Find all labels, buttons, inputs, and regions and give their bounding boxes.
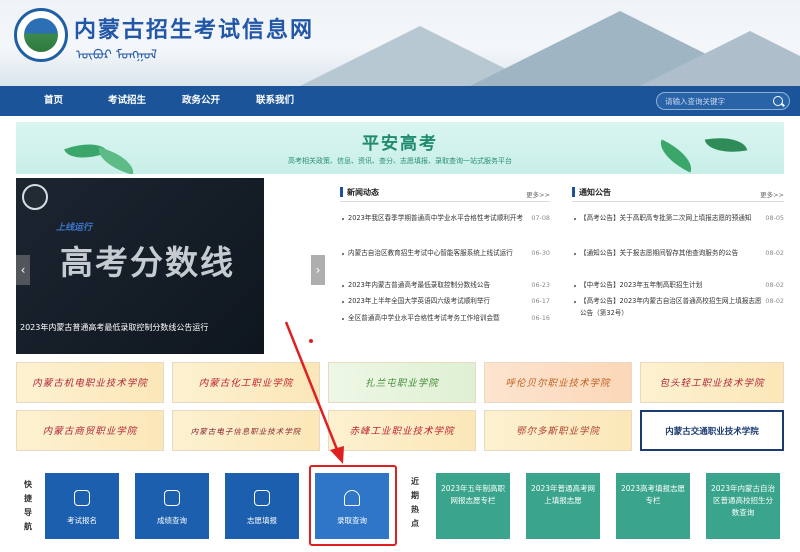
slide-caption[interactable]: 2023年内蒙古普通高考最低录取控制分数线公告运行: [20, 322, 208, 333]
school-link[interactable]: 内蒙古化工职业学院: [172, 362, 320, 403]
panel-title: 新闻动态: [347, 188, 379, 197]
notice-item[interactable]: 【通知公告】关于报志愿期间智存其他查询服务的公告 08-02: [572, 248, 784, 271]
mongolian-title: ᠥᠪᠥᠷ ᠮᠣᠩᠭᠣᠯ: [76, 48, 157, 63]
school-link[interactable]: 包头轻工职业技术学院: [640, 362, 784, 403]
panel-title: 通知公告: [579, 188, 611, 197]
search-doc-icon: [164, 490, 180, 506]
news-item[interactable]: 2023年我区春季学期普通高中学业水平合格性考试顺利开考 07-08: [340, 213, 550, 236]
school-link[interactable]: 内蒙古商贸职业学院: [16, 410, 164, 451]
search-icon[interactable]: [773, 96, 783, 106]
news-item[interactable]: 2023年内蒙古普通高考最低录取控制分数线公告 06-23: [340, 280, 550, 292]
notice-item[interactable]: 【高考公告】2023年内蒙古自治区普通高校招生网上填报志愿公告（第32号） 08-…: [572, 296, 784, 319]
nav-exams[interactable]: 考试招生: [108, 86, 146, 116]
school-link[interactable]: 内蒙古机电职业技术学院: [16, 362, 164, 403]
exam-registration-button[interactable]: 考试报名: [45, 473, 119, 539]
score-query-button[interactable]: 成绩查询: [135, 473, 209, 539]
news-more-link[interactable]: 更多>>: [526, 189, 550, 199]
quick-nav-label: 快捷导航: [24, 480, 32, 531]
slide-tag: 上线运行: [56, 223, 93, 233]
panel-header: 新闻动态 更多>>: [340, 182, 550, 202]
nav-contact[interactable]: 联系我们: [256, 86, 294, 116]
nav-gov-affairs[interactable]: 政务公开: [182, 86, 220, 116]
banner-title: 平安高考: [362, 134, 438, 154]
banner-subtitle: 高考相关政策、信息、资讯、查分、志愿填报、录取查询一站式服务平台: [288, 157, 512, 165]
nav-home[interactable]: 首页: [44, 86, 63, 116]
notice-item[interactable]: 【中考公告】2023年五年制高职招生计划 08-02: [572, 280, 784, 292]
hero-banner[interactable]: 平安高考 高考相关政策、信息、资讯、查分、志愿填报、录取查询一站式服务平台: [16, 122, 784, 174]
news-slider[interactable]: 上线运行 高考分数线 2023年内蒙古普通高考最低录取控制分数线公告运行: [16, 178, 264, 354]
school-link[interactable]: 呼伦贝尔职业技术学院: [484, 362, 632, 403]
notice-item[interactable]: 【高考公告】关于高职高专批第二次网上填报志愿的预通知 08-05: [572, 213, 784, 236]
school-link[interactable]: 内蒙古交通职业技术学院: [640, 410, 784, 451]
slider-prev-button[interactable]: ‹: [16, 255, 30, 285]
school-link[interactable]: 内蒙古电子信息职业技术学院: [172, 410, 320, 451]
hot-topic-button[interactable]: 2023年普通高考网上填报志愿: [526, 473, 600, 539]
notice-more-link[interactable]: 更多>>: [760, 189, 784, 199]
search-box: [656, 92, 790, 110]
news-item[interactable]: 2023年上半年全国大学英语四六级考试顺利举行 06-17: [340, 296, 550, 308]
hot-topic-button[interactable]: 2023高考填报志愿专栏: [616, 473, 690, 539]
site-header: 内蒙古招生考试信息网 ᠥᠪᠥᠷ ᠮᠣᠩᠭᠣᠯ: [0, 0, 800, 86]
school-link[interactable]: 扎兰屯职业学院: [328, 362, 476, 403]
highlight-box: [309, 465, 397, 546]
slider-next-button[interactable]: ›: [311, 255, 325, 285]
hot-topic-button[interactable]: 2023年内蒙古自治区普通高校招生分数查询: [706, 473, 780, 539]
news-panel: 新闻动态 更多>> 2023年我区春季学期普通高中学业水平合格性考试顺利开考 07…: [340, 182, 550, 332]
site-logo[interactable]: [14, 8, 68, 62]
school-link[interactable]: 鄂尔多斯职业学院: [484, 410, 632, 451]
hot-topics-label: 近期热点: [411, 477, 419, 528]
school-link[interactable]: 赤峰工业职业技术学院: [328, 410, 476, 451]
hot-topic-button[interactable]: 2023年五年制高职网报志愿专栏: [436, 473, 510, 539]
main-nav: 首页 考试招生 政务公开 联系我们: [0, 86, 800, 116]
user-icon: [74, 490, 90, 506]
notice-panel: 通知公告 更多>> 【高考公告】关于高职高专批第二次网上填报志愿的预通知 08-0…: [572, 182, 784, 332]
news-item[interactable]: 全区普通高中学业水平合格性考试考务工作培训会暨 06-16: [340, 313, 550, 325]
volunteer-fill-button[interactable]: 志愿填报: [225, 473, 299, 539]
mountain-art: [640, 31, 800, 86]
search-input[interactable]: [665, 94, 765, 108]
chart-icon: [254, 490, 270, 506]
panel-header: 通知公告 更多>>: [572, 182, 784, 202]
news-item[interactable]: 内蒙古自治区教育招生考试中心智能客服系统上线试运行 06-30: [340, 248, 550, 271]
slide-headline: 高考分数线: [60, 243, 235, 282]
emblem-icon: [22, 184, 48, 210]
